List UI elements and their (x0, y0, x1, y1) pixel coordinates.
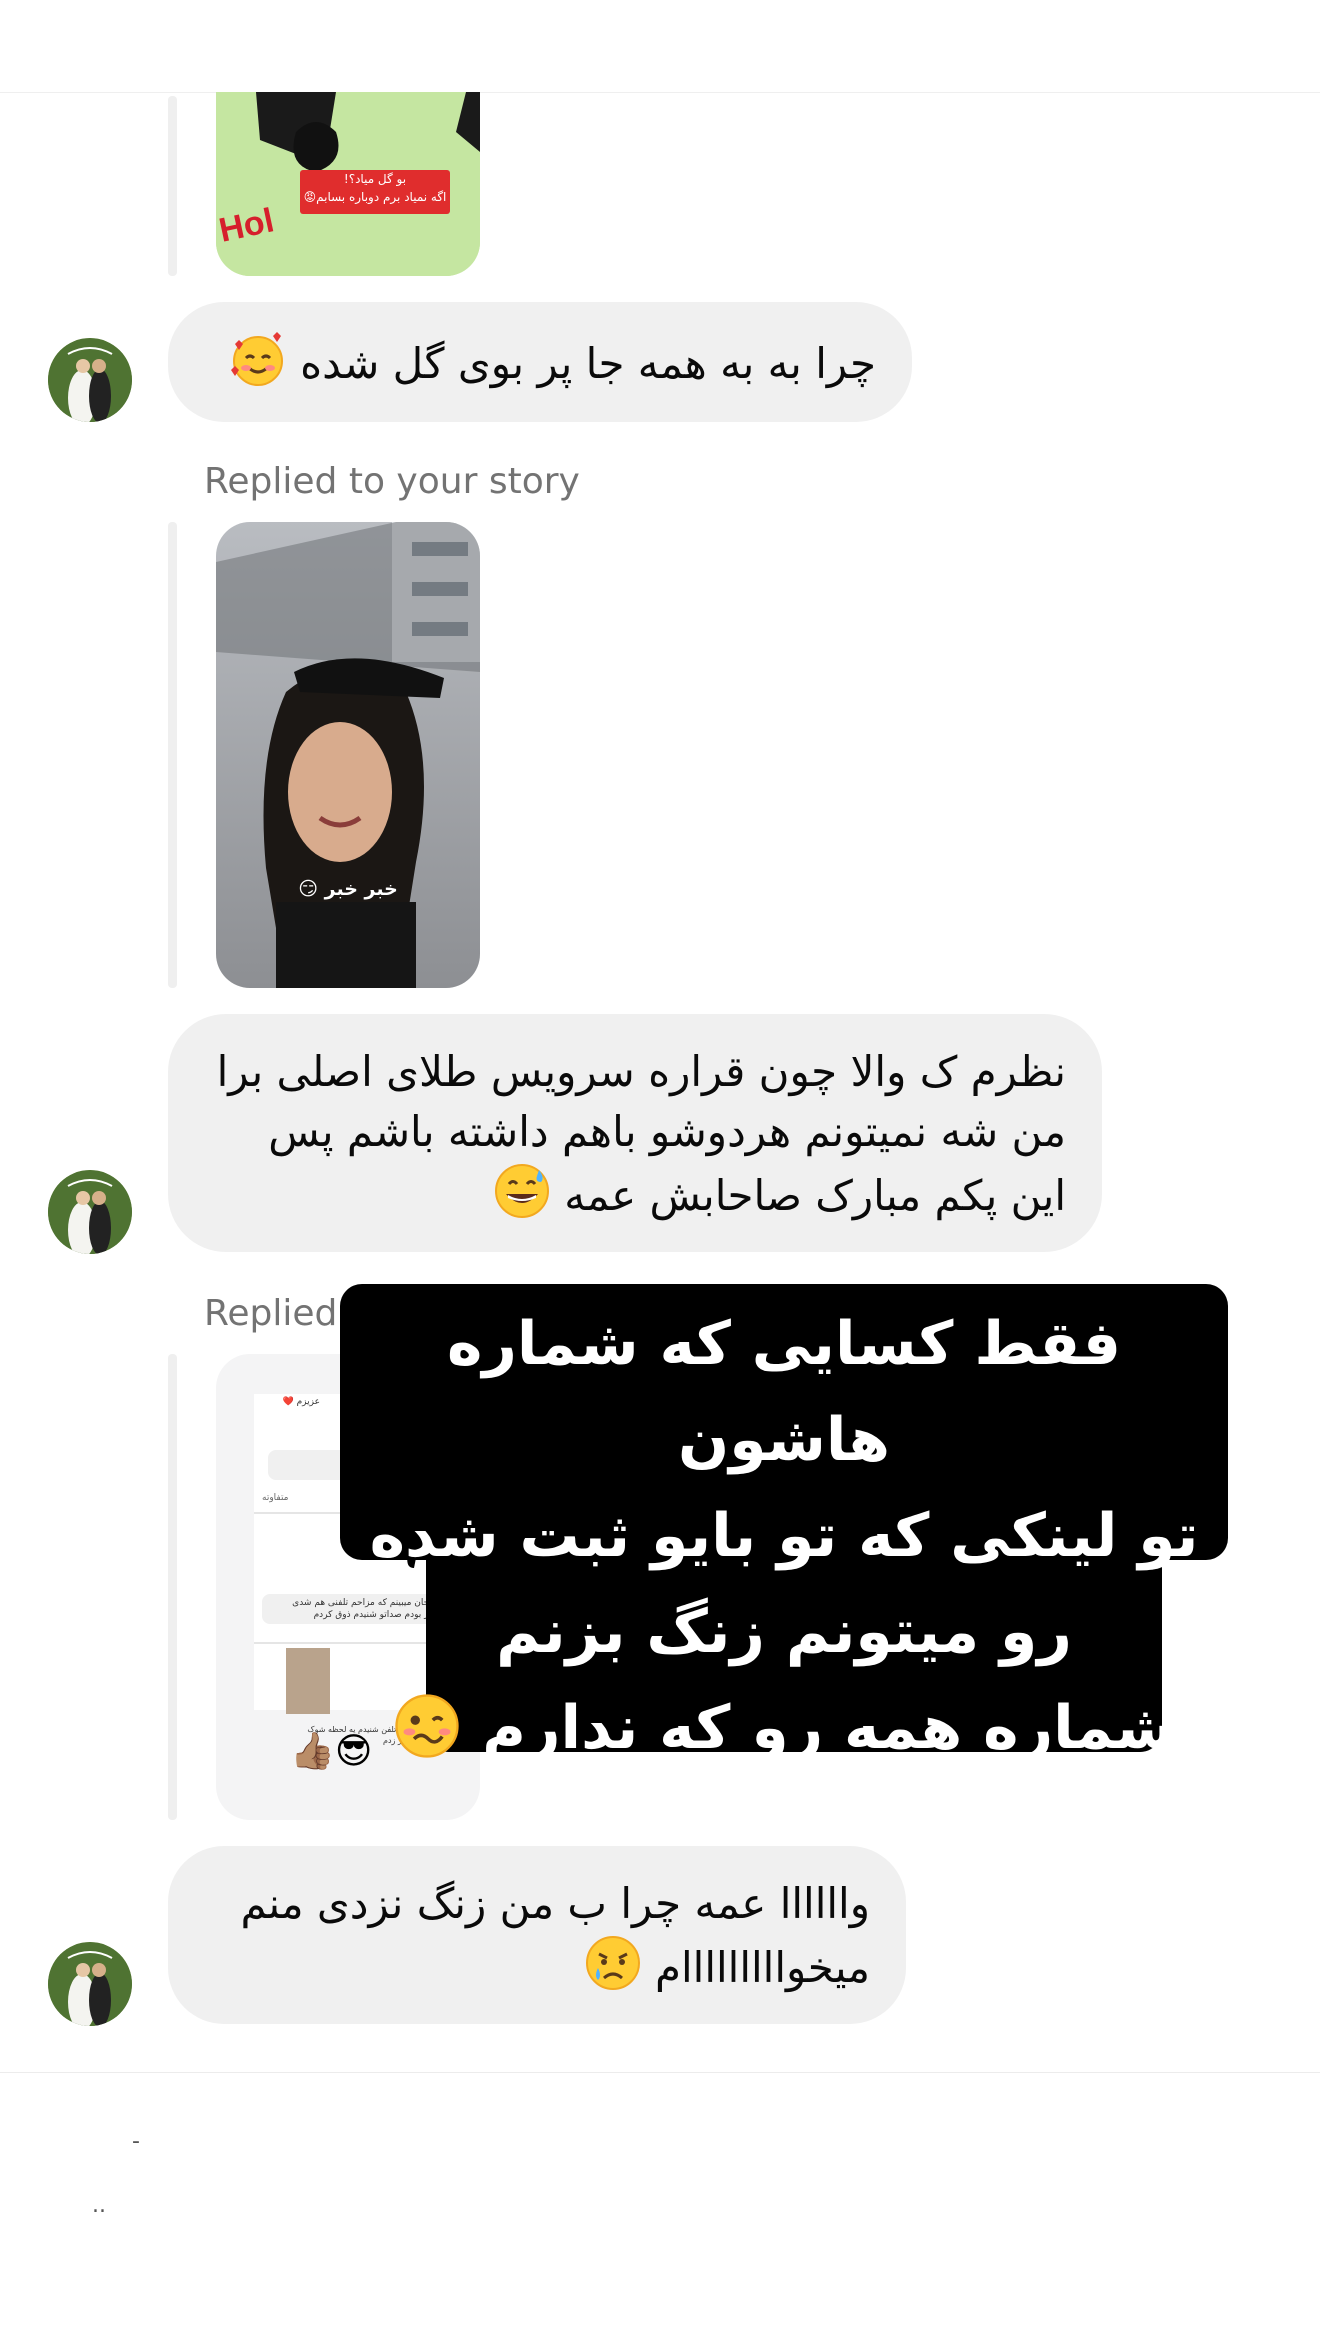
smiling-face-hearts-emoji (230, 332, 283, 386)
top-bar (0, 0, 1320, 93)
grinning-sweat-emoji (494, 1164, 549, 1218)
message-line: این پکم مبارک صاحابش عمه (564, 1171, 1066, 1220)
message-line: نظرم ک والا چون قراره سرویس طلای اصلی بر… (216, 1047, 1066, 1096)
replied-to-story-label: Replied to your story (204, 461, 580, 502)
message-bubble[interactable]: چرا به به همه جا پر بوی گل شده (168, 302, 912, 422)
story-reply-rail (168, 522, 177, 988)
composer-dash: - (132, 2129, 140, 2154)
avatar[interactable] (48, 1170, 132, 1254)
story-sticker-line1: بو گل میاد؟! (343, 172, 407, 186)
message-line: میخوااااااااام (654, 1943, 870, 1992)
mini-chat-name: عزیزم ❤️ (282, 1397, 320, 1407)
story-reply-rail (168, 96, 177, 276)
story-sticker-line2: اگه نمیاد برم دوباره بسابم😡 (303, 190, 447, 204)
avatar[interactable] (48, 338, 132, 422)
story-reply-rail (168, 1354, 177, 1820)
story-thumbnail[interactable]: Hol بو گل میاد؟! اگه نمیاد برم دوباره بس… (216, 92, 480, 276)
woozy-face-emoji (395, 1694, 459, 1758)
avatar-image (48, 1942, 132, 2026)
avatar-image (48, 338, 132, 422)
replied-to-story-label: Replied (204, 1293, 338, 1334)
story-image (216, 522, 480, 988)
composer-dots: .. (92, 2193, 106, 2218)
message-line: من شه نمیتونم هردوشو باهم داشته باشم پس (268, 1107, 1066, 1156)
composer-area[interactable]: - .. (0, 2072, 1320, 2346)
message-bubble[interactable]: واااااا عمه چرا ب من زنگ نزدی منم میخواا… (168, 1846, 906, 2024)
story-sticker: بو گل میاد؟! اگه نمیاد برم دوباره بسابم😡 (300, 170, 450, 214)
overlay-line: تو لینکی که تو بایو ثبت شده (369, 1501, 1199, 1571)
overlay-caption: فقط کسایی که شماره هاشون تو لینکی که تو … (340, 1296, 1228, 1776)
message-bubble[interactable]: نظرم ک والا چون قراره سرویس طلای اصلی بر… (168, 1014, 1102, 1252)
mini-chat-photo (286, 1648, 330, 1714)
message-text: چرا به به همه جا پر بوی گل شده (300, 339, 876, 388)
avatar[interactable] (48, 1942, 132, 2026)
overlay-line: فقط کسایی که شماره هاشون (446, 1309, 1122, 1475)
overlay-line-with-emoji: شماره همه رو که ندارم (340, 1680, 1228, 1776)
overlay-line: شماره همه رو که ندارم (482, 1693, 1175, 1763)
crying-face-emoji (585, 1936, 640, 1990)
avatar-image (48, 1170, 132, 1254)
message-line: واااااا عمه چرا ب من زنگ نزدی منم (240, 1879, 870, 1928)
story-thumbnail[interactable]: خبر خبر 😏 (216, 522, 480, 988)
mini-chat-label: متفاوته (262, 1493, 289, 1503)
story-caption: خبر خبر 😏 (298, 878, 398, 900)
overlay-line: رو میتونم زنگ بزنم (496, 1597, 1072, 1667)
chat-screen: Hol بو گل میاد؟! اگه نمیاد برم دوباره بس… (0, 0, 1320, 2346)
